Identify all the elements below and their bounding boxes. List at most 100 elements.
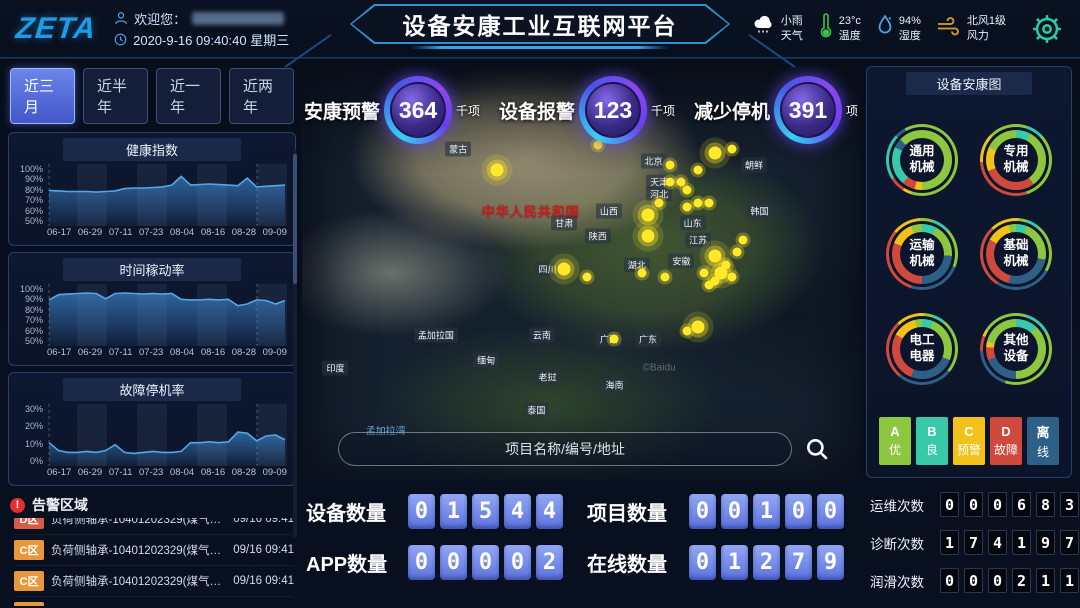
map-marker[interactable] (666, 177, 675, 186)
x-tick: 07-11 (109, 467, 133, 478)
kpi-label: 减少停机 (694, 97, 770, 124)
map-marker[interactable] (677, 177, 686, 186)
legend-label: 线 (1037, 443, 1049, 460)
filter-button[interactable]: 近两年 (229, 68, 294, 124)
digit-group: 000683 (940, 492, 1079, 517)
digit-box: 0 (472, 545, 499, 580)
y-tick: 60% (25, 206, 43, 216)
weather-item: 94%湿度 (876, 14, 921, 43)
map-marker[interactable] (683, 326, 692, 335)
ring-label: 运输 机械 (900, 232, 944, 276)
digit-box: 2 (1012, 568, 1031, 593)
alert-item[interactable]: C区负荷侧轴承-10401202329(煤气引风机电...09/16 09:41 (14, 566, 294, 597)
page-title: 设备安康工业互联网平台 (350, 4, 730, 50)
y-tick: 70% (25, 195, 43, 205)
search-input[interactable] (338, 432, 792, 466)
map-marker[interactable] (582, 273, 591, 282)
y-tick: 10% (25, 439, 43, 449)
digit-box: 0 (689, 545, 716, 580)
map-marker[interactable] (655, 198, 664, 207)
map-marker[interactable] (710, 277, 719, 286)
alert-item[interactable]: C区齿轮箱输入端-10401202412(2#（2V）...09/16 09:4… (14, 597, 294, 606)
ring-gap: 运输 机械 (889, 221, 955, 287)
map-marker[interactable] (641, 229, 654, 242)
search-icon[interactable] (804, 436, 830, 462)
map-marker[interactable] (558, 262, 571, 275)
alert-list: D区负荷侧轴承-10401202329(煤气引风机电...09/16 09:41… (8, 518, 296, 606)
map-marker[interactable] (738, 235, 747, 244)
map-marker[interactable] (699, 269, 708, 278)
map-marker[interactable] (638, 269, 647, 278)
ring-inner: 运输 机械 (892, 224, 952, 284)
x-tick: 06-17 (47, 347, 71, 358)
map-label-region: 山东 (680, 216, 706, 231)
map-label-region: 朝鲜 (741, 158, 767, 173)
map-marker[interactable] (491, 163, 504, 176)
map-marker[interactable] (610, 335, 619, 344)
weather-label: 湿度 (899, 29, 921, 43)
map-marker[interactable] (666, 161, 675, 170)
alert-item[interactable]: D区负荷侧轴承-10401202329(煤气引风机电...09/16 09:41 (14, 518, 294, 535)
x-tick: 06-17 (47, 467, 71, 478)
weather-text: 北风1级风力 (967, 14, 1006, 43)
alert-zone-badge: C区 (14, 602, 44, 606)
digit-box: 0 (408, 545, 435, 580)
chart-panel-fault-downtime: 故障停机率 30%20%10%0% 06-1706-2907-1107-2308… (8, 372, 296, 486)
map-marker[interactable] (683, 186, 692, 195)
digit-box: 1 (721, 545, 748, 580)
title-underline-decoration (411, 46, 669, 49)
map-label-region: 云南 (529, 328, 555, 343)
map-label-region: 山西 (596, 203, 622, 218)
alert-item[interactable]: C区负荷侧轴承-10401202329(煤气引风机电...09/16 09:41 (14, 535, 294, 566)
health-ring-其他设备: 其他 设备 (980, 313, 1052, 385)
page-title-text: 设备安康工业互联网平台 (403, 7, 678, 41)
map-marker[interactable] (694, 165, 703, 174)
weather-strip: 小雨天气23°c温度94%湿度北风1级风力 (752, 13, 1006, 44)
map-marker[interactable] (641, 209, 654, 222)
weather-value: 23°c (839, 14, 861, 28)
alert-text: 负荷侧轴承-10401202329(煤气引风机电... (51, 573, 226, 589)
digit-box: 9 (1036, 530, 1055, 555)
center-column: 安康预警364千项设备报警123千项减少停机391项 中华人民共和国蒙古朝鲜韩国… (302, 66, 860, 606)
username-redacted (192, 12, 284, 25)
weather-label: 天气 (781, 29, 803, 43)
legend-优: A优 (879, 417, 911, 465)
scrollbar-thumb[interactable] (293, 154, 297, 284)
alert-text: 负荷侧轴承-10401202329(煤气引风机电... (51, 518, 226, 527)
chart-title: 时间稼动率 (63, 258, 240, 281)
alert-zone-badge: C区 (14, 571, 44, 591)
map-marker[interactable] (683, 202, 692, 211)
settings-gear-icon[interactable] (1030, 12, 1064, 46)
digit-box: 1 (1036, 568, 1055, 593)
digit-group: 01544 (408, 494, 563, 529)
counter-label: 诊断次数 (870, 533, 930, 553)
china-map[interactable]: 安康预警364千项设备报警123千项减少停机391项 中华人民共和国蒙古朝鲜韩国… (302, 66, 860, 480)
map-marker[interactable] (722, 260, 731, 269)
map-marker[interactable] (660, 273, 669, 282)
map-marker[interactable] (694, 198, 703, 207)
map-marker[interactable] (708, 146, 721, 159)
filter-button[interactable]: 近一年 (156, 68, 221, 124)
rings-grid: 通用 机械专用 机械运输 机械基础 机械电工 电器其他 设备 (867, 97, 1071, 411)
map-marker[interactable] (692, 320, 705, 333)
header: ZETA 欢迎您： 2020-9-16 09:40:40 星期三 设备安康工业互… (0, 0, 1080, 58)
digit-box: 0 (964, 492, 983, 517)
counter-label: 设备数量 (306, 497, 398, 526)
center-counters: 设备数量01544项目数量00100APP数量00002在线数量01279 (302, 480, 860, 606)
droplet-icon (876, 14, 894, 43)
ring-label: 基础 机械 (994, 232, 1038, 276)
filter-button[interactable]: 近半年 (83, 68, 148, 124)
x-tick: 08-04 (170, 467, 194, 478)
y-tick: 100% (20, 164, 43, 174)
filter-button[interactable]: 近三月 (10, 68, 75, 124)
digit-box: 9 (817, 545, 844, 580)
map-marker[interactable] (708, 250, 721, 263)
digit-box: 7 (964, 530, 983, 555)
map-marker[interactable] (733, 248, 742, 257)
map-marker[interactable] (705, 198, 714, 207)
x-tick: 08-16 (201, 347, 225, 358)
x-tick: 08-16 (201, 467, 225, 478)
x-tick: 09-09 (263, 347, 287, 358)
map-marker[interactable] (727, 144, 736, 153)
map-marker[interactable] (727, 273, 736, 282)
